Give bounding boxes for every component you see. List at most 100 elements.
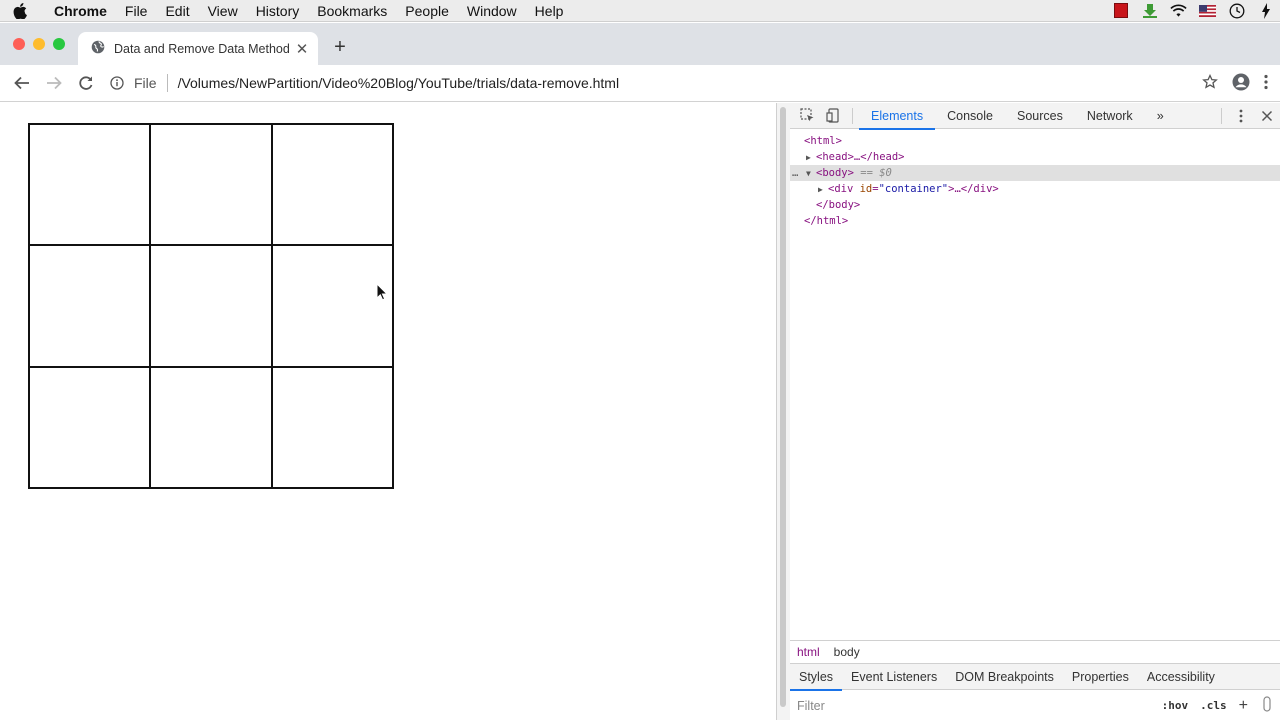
browser-toolbar: File /Volumes/NewPartition/Video%20Blog/…	[0, 65, 1280, 102]
profile-avatar-icon[interactable]	[1232, 73, 1250, 94]
tab-event-listeners[interactable]: Event Listeners	[842, 664, 946, 690]
menu-people[interactable]: People	[396, 3, 458, 19]
dom-tag: <html>	[804, 135, 842, 147]
menu-edit[interactable]: Edit	[156, 3, 198, 19]
forward-button[interactable]	[38, 69, 70, 97]
dom-tag: <body>	[816, 167, 854, 179]
dom-node-div-container[interactable]: ▶ <div id="container">…</div>	[790, 181, 1280, 197]
back-button[interactable]	[6, 69, 38, 97]
node-actions-icon[interactable]: …	[792, 165, 798, 181]
breadcrumb-html[interactable]: html	[790, 645, 827, 659]
close-tab-icon[interactable]: ✕	[294, 40, 310, 58]
devtools-divider	[852, 107, 853, 124]
reload-button[interactable]	[70, 69, 102, 97]
expand-triangle-icon[interactable]: ▶	[818, 182, 828, 198]
dom-node-body-close[interactable]: </body>	[790, 197, 1280, 213]
board-cell[interactable]	[29, 124, 151, 246]
breadcrumb: html body	[790, 640, 1280, 662]
tab-sources[interactable]: Sources	[1005, 103, 1075, 129]
tab-elements[interactable]: Elements	[859, 103, 936, 130]
device-toolbar-icon[interactable]	[820, 103, 846, 129]
url-text[interactable]: /Volumes/NewPartition/Video%20Blog/YouTu…	[178, 75, 620, 91]
time-machine-icon[interactable]	[1228, 3, 1245, 18]
browser-menu-icon[interactable]	[1264, 74, 1268, 93]
page-viewport	[0, 103, 776, 720]
screen-recorder-icon[interactable]	[1112, 3, 1129, 18]
menu-view[interactable]: View	[199, 3, 247, 19]
scheme-label: File	[134, 75, 157, 91]
new-tab-button[interactable]: +	[330, 36, 350, 59]
close-window-button[interactable]	[13, 38, 25, 50]
menu-bookmarks[interactable]: Bookmarks	[308, 3, 396, 19]
mouse-cursor-icon	[376, 282, 389, 306]
tab-dom-breakpoints[interactable]: DOM Breakpoints	[946, 664, 1063, 690]
dom-tag: <head>…</head>	[816, 151, 905, 163]
hover-state-button[interactable]: :hov	[1156, 699, 1195, 712]
tab-title: Data and Remove Data Method	[114, 41, 290, 56]
tab-console[interactable]: Console	[935, 103, 1005, 129]
dom-node-html-close[interactable]: </html>	[790, 213, 1280, 229]
board-cell[interactable]	[271, 124, 393, 246]
board-cell[interactable]	[271, 245, 393, 367]
board-cell[interactable]	[29, 366, 151, 488]
viewport-scrollbar[interactable]	[780, 107, 786, 707]
devtools-splitter[interactable]	[776, 103, 790, 720]
board-cell[interactable]	[29, 245, 151, 367]
dom-attr-value: "container"	[878, 183, 949, 195]
selected-node-marker: == $0	[853, 167, 892, 179]
computed-sidebar-icon[interactable]	[1254, 696, 1280, 715]
board-cell[interactable]	[150, 366, 272, 488]
dom-attr-name: id	[859, 183, 873, 195]
menu-app-chrome[interactable]: Chrome	[40, 3, 116, 19]
info-icon[interactable]	[106, 76, 128, 90]
dom-tree: <html> ▶ <head>…</head> … ▼ <body> == $0 ▶…	[790, 129, 1280, 229]
tab-network[interactable]: Network	[1075, 103, 1145, 129]
menu-file[interactable]: File	[116, 3, 157, 19]
menu-window[interactable]: Window	[458, 3, 526, 19]
zoom-window-button[interactable]	[53, 38, 65, 50]
more-tabs-icon[interactable]: »	[1145, 103, 1176, 129]
menu-bar: Chrome File Edit View History Bookmarks …	[0, 0, 1280, 22]
dom-tag: </html>	[804, 215, 849, 227]
dom-node-html[interactable]: <html>	[790, 133, 1280, 149]
dom-tag: </body>	[816, 199, 861, 211]
bookmark-star-icon[interactable]	[1202, 73, 1218, 93]
us-flag-icon[interactable]	[1199, 3, 1216, 18]
class-toggle-button[interactable]: .cls	[1194, 699, 1233, 712]
board-cell[interactable]	[150, 245, 272, 367]
window-controls	[13, 38, 65, 50]
styles-subtab-bar: Styles Event Listeners DOM Breakpoints P…	[790, 663, 1280, 691]
devtools-divider	[1221, 107, 1222, 124]
breadcrumb-body[interactable]: body	[827, 645, 867, 659]
dom-node-head[interactable]: ▶ <head>…</head>	[790, 149, 1280, 165]
devtools-tab-bar: Elements Console Sources Network »	[790, 103, 1280, 130]
apple-menu-icon[interactable]	[0, 2, 40, 19]
menu-help[interactable]: Help	[526, 3, 573, 19]
collapse-triangle-icon[interactable]: ▼	[806, 166, 816, 182]
address-bar[interactable]: File /Volumes/NewPartition/Video%20Blog/…	[106, 74, 1202, 92]
wifi-icon[interactable]	[1170, 3, 1187, 18]
new-style-rule-icon[interactable]: +	[1233, 697, 1254, 715]
download-icon[interactable]	[1141, 3, 1158, 18]
tab-styles[interactable]: Styles	[790, 664, 843, 691]
close-devtools-icon[interactable]	[1254, 103, 1280, 129]
inspect-element-icon[interactable]	[794, 103, 820, 129]
battery-charging-icon[interactable]	[1257, 2, 1274, 19]
board-cell[interactable]	[150, 124, 272, 246]
expand-triangle-icon[interactable]: ▶	[806, 150, 816, 166]
address-divider	[166, 74, 168, 92]
browser-tab[interactable]: Data and Remove Data Method ✕	[78, 32, 318, 65]
tab-accessibility[interactable]: Accessibility	[1138, 664, 1224, 690]
dom-node-body-selected[interactable]: … ▼ <body> == $0	[790, 165, 1280, 181]
globe-icon	[91, 40, 105, 57]
tab-properties[interactable]: Properties	[1063, 664, 1138, 690]
styles-filter-bar: :hov .cls +	[790, 691, 1280, 720]
styles-filter-input[interactable]	[790, 694, 1156, 717]
devtools-menu-icon[interactable]	[1228, 103, 1254, 129]
tab-strip: Data and Remove Data Method ✕ +	[0, 23, 1280, 65]
dom-tag: >…</div>	[948, 183, 999, 195]
menu-history[interactable]: History	[247, 3, 309, 19]
minimize-window-button[interactable]	[33, 38, 45, 50]
board-cell[interactable]	[271, 366, 393, 488]
tic-tac-toe-board	[28, 123, 394, 489]
